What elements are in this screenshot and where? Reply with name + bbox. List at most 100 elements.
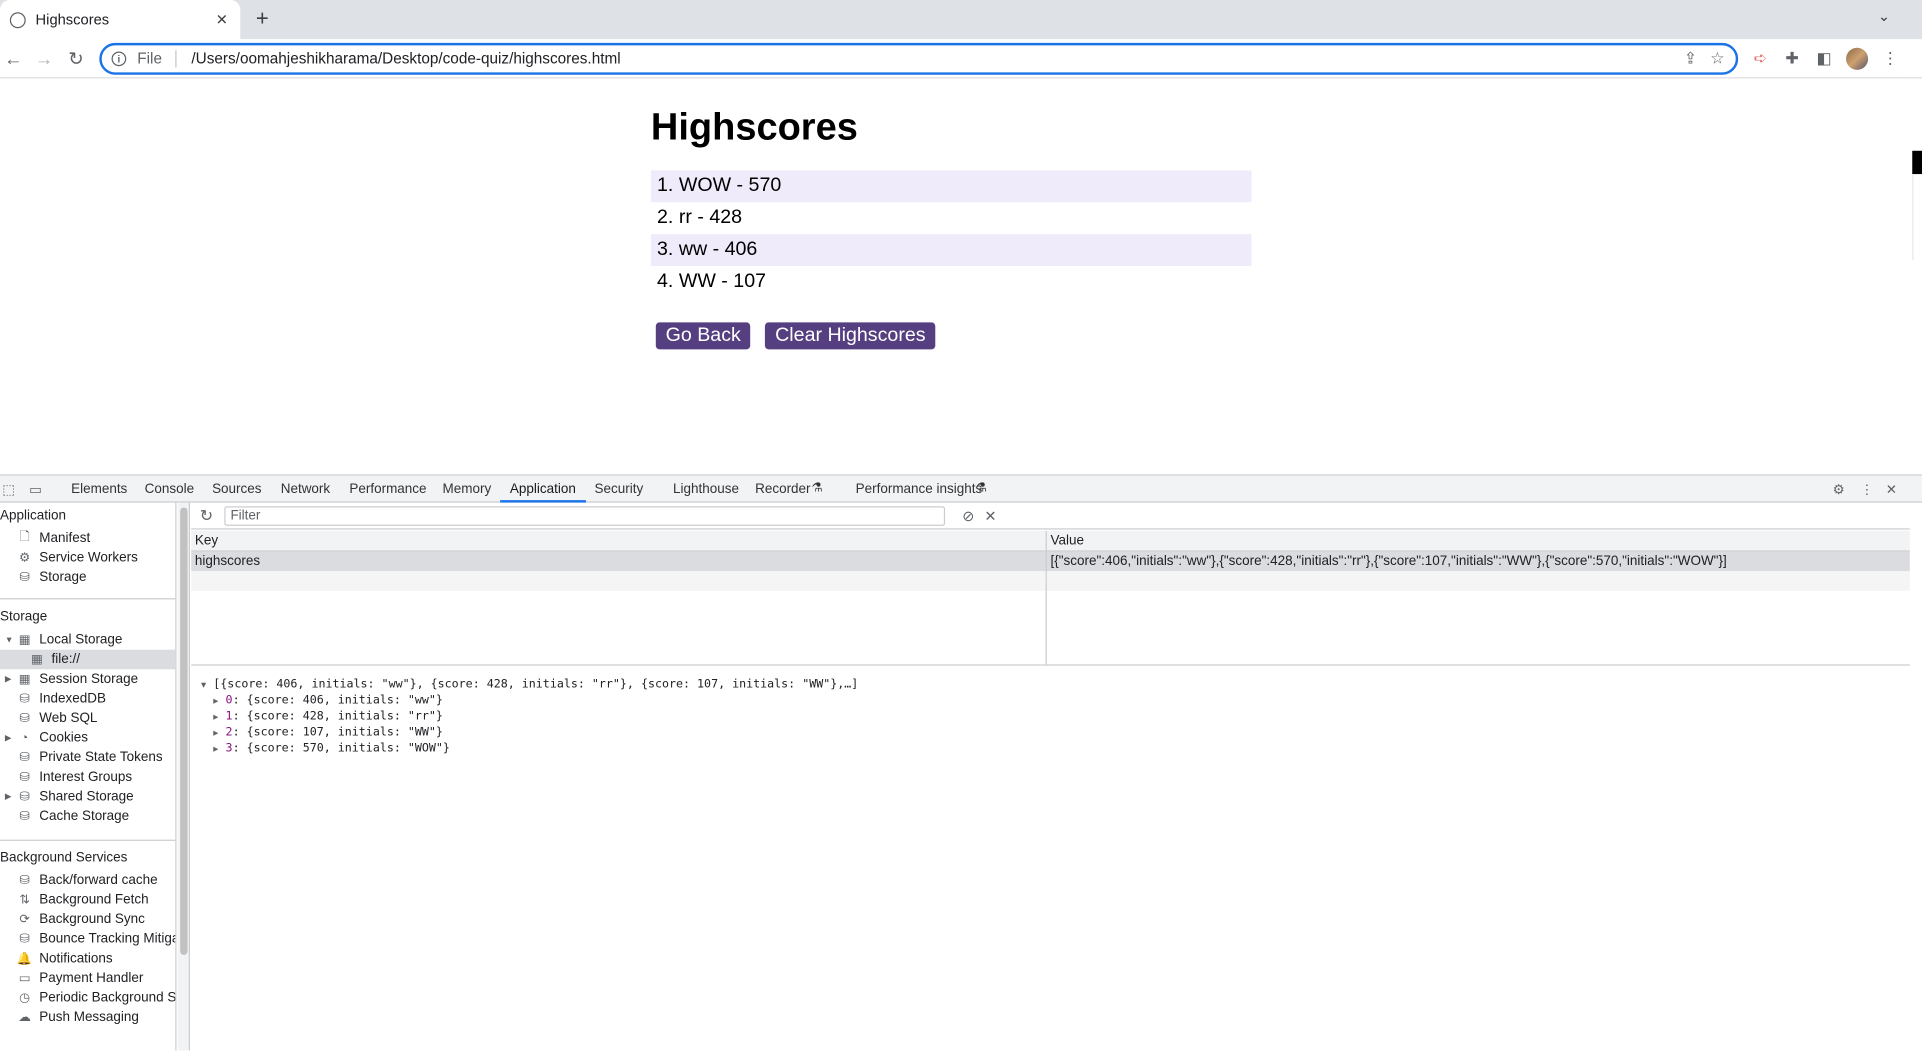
sidebar-item-session-storage[interactable]: ▶ ▦ Session Storage (5, 669, 138, 689)
database-icon: ⛁ (19, 770, 30, 784)
kebab-menu-icon[interactable]: ⋮ (1878, 47, 1903, 72)
device-toolbar-icon[interactable]: ▭ (27, 481, 44, 498)
sidebar-item-push-messaging[interactable]: ☁ Push Messaging (17, 1008, 139, 1028)
database-icon: ⛁ (19, 932, 30, 946)
tab-console[interactable]: Console (145, 476, 194, 503)
tab-close-icon[interactable]: ✕ (213, 11, 230, 28)
sidebar-item-cookies[interactable]: ▶ ◔ Cookies (5, 728, 88, 748)
database-icon: ⛁ (19, 809, 30, 824)
tab-memory[interactable]: Memory (443, 476, 492, 503)
sidebar-item-file-origin[interactable]: ▦ file:// (0, 649, 176, 670)
preview-item[interactable]: ▶ 2: {score: 107, initials: "WW"} (201, 724, 858, 740)
sidebar-item-local-storage[interactable]: ▼ ▦ Local Storage (5, 630, 123, 650)
url-scheme: File (137, 50, 162, 68)
sidebar-item-notifications[interactable]: 🔔 Notifications (17, 949, 113, 969)
value-column-header[interactable]: Value (1051, 531, 1084, 552)
sidebar-item-periodic-background-sync[interactable]: ◷ Periodic Background Syn (17, 988, 175, 1008)
close-devtools-icon[interactable]: ✕ (1883, 481, 1900, 498)
sidebar-item-bounce-tracking[interactable]: ⛁Bounce Tracking Mitigatic (17, 929, 175, 949)
sidebar-item-cache-storage[interactable]: ⛁ Cache Storage (17, 807, 129, 827)
divider (0, 839, 176, 841)
clear-highscores-button[interactable]: Clear Highscores (765, 322, 936, 350)
preview-item[interactable]: ▶ 0: {score: 406, initials: "ww"} (201, 693, 858, 709)
tab-search-icon[interactable]: ⌄ (1878, 7, 1890, 24)
sidebar-header-background-services: Background Services (0, 850, 128, 866)
database-icon: ⛁ (19, 750, 30, 765)
preview-item[interactable]: ▶ 1: {score: 428, initials: "rr"} (201, 709, 858, 725)
preview-summary[interactable]: ▼ [{score: 406, initials: "ww"}, {score: … (201, 677, 858, 693)
sidebar-item-service-workers[interactable]: ⚙ Service Workers (17, 548, 138, 568)
tab-performance[interactable]: Performance (349, 476, 426, 503)
preview-item[interactable]: ▶ 3: {score: 570, initials: "WOW"} (201, 740, 858, 756)
back-icon[interactable]: ← (0, 45, 27, 72)
browser-toolbar: ← → ↻ i File /Users/oomahjeshikharama/De… (0, 39, 1922, 79)
row-value[interactable]: [{"score":406,"initials":"ww"},{"score":… (1051, 552, 1727, 572)
page-scroll-thumb[interactable] (1912, 150, 1922, 175)
expanded-triangle-icon[interactable]: ▼ (5, 636, 14, 645)
puzzle-icon[interactable]: ✚ (1780, 47, 1805, 72)
collapsed-triangle-icon[interactable]: ▶ (5, 733, 12, 743)
clock-icon: ◷ (19, 991, 30, 1005)
sidebar-item-storage[interactable]: ⛁ Storage (17, 568, 86, 588)
table-icon: ▦ (18, 672, 31, 686)
share-icon[interactable]: ⇪ (1677, 49, 1704, 69)
refresh-icon[interactable]: ↻ (200, 506, 217, 526)
collapsed-triangle-icon[interactable]: ▶ (5, 674, 12, 684)
sidebar-scroll-thumb[interactable] (180, 507, 188, 955)
bookmark-star-icon[interactable]: ☆ (1704, 49, 1731, 69)
scores-list: 1. WOW - 570 2. rr - 428 3. ww - 406 4. … (650, 170, 1252, 297)
tab-application[interactable]: Application (500, 476, 586, 503)
sidebar-item-interest-groups[interactable]: ⛁ Interest Groups (17, 767, 132, 787)
filter-input[interactable]: Filter (224, 505, 946, 526)
tab-title: Highscores (35, 11, 110, 29)
sidebar-item-payment-handler[interactable]: ▭ Payment Handler (17, 968, 144, 988)
tab-performance-insights[interactable]: Performance insights (856, 476, 983, 503)
profile-avatar[interactable] (1846, 47, 1869, 70)
flask-icon: ⚗ (975, 481, 987, 496)
globe-icon (9, 11, 26, 28)
info-icon[interactable]: i (111, 51, 127, 67)
sidebar-item-manifest[interactable]: 🗋 Manifest (17, 528, 91, 548)
forward-icon[interactable]: → (31, 45, 58, 72)
go-back-button[interactable]: Go Back (655, 322, 751, 350)
sidebar-header-application: Application (0, 508, 66, 524)
collapsed-triangle-icon[interactable]: ▶ (5, 792, 12, 802)
highscores-container: Highscores 1. WOW - 570 2. rr - 428 3. w… (650, 103, 1252, 350)
sidebar-item-shared-storage[interactable]: ▶ ⛁ Shared Storage (5, 787, 134, 807)
url-text[interactable]: /Users/oomahjeshikharama/Desktop/code-qu… (191, 50, 1676, 67)
settings-gear-icon[interactable]: ⚙ (1830, 481, 1847, 498)
browser-tab[interactable]: Highscores ✕ (0, 0, 241, 40)
devtools-menu-icon[interactable]: ⋮ (1858, 481, 1875, 498)
sidebar-item-web-sql[interactable]: ⛁ Web SQL (17, 709, 97, 729)
sidebar-scrollbar[interactable] (177, 502, 190, 1051)
extension-icon[interactable]: ➪ (1748, 47, 1773, 72)
sidebar-item-indexeddb[interactable]: ⛁ IndexedDB (17, 689, 106, 709)
clear-all-icon[interactable]: ⊘ (962, 507, 974, 524)
new-tab-button[interactable]: + (250, 6, 275, 32)
delete-selected-icon[interactable]: ✕ (984, 507, 996, 524)
sidebar-item-private-state-tokens[interactable]: ⛁ Private State Tokens (17, 748, 162, 768)
table-header: Key Value (191, 530, 1910, 552)
inspect-element-icon[interactable]: ⬚ (0, 481, 17, 498)
table-row[interactable]: highscores [{"score":406,"initials":"ww"… (191, 551, 1910, 572)
row-key[interactable]: highscores (195, 552, 260, 572)
database-icon: ⛁ (19, 790, 30, 804)
database-icon: ⛁ (19, 691, 30, 706)
tab-elements[interactable]: Elements (71, 476, 127, 503)
key-column-header[interactable]: Key (195, 531, 218, 552)
address-bar[interactable]: i File /Users/oomahjeshikharama/Desktop/… (99, 42, 1739, 75)
sidebar-item-background-fetch[interactable]: ⇅ Background Fetch (17, 890, 149, 910)
tab-lighthouse[interactable]: Lighthouse (673, 476, 739, 503)
sidebar-header-storage: Storage (0, 609, 48, 624)
tab-sources[interactable]: Sources (212, 476, 261, 503)
tab-recorder[interactable]: Recorder (755, 476, 810, 503)
tab-security[interactable]: Security (595, 476, 644, 503)
tab-network[interactable]: Network (281, 476, 330, 503)
page-title: Highscores (650, 105, 858, 149)
local-storage-view: ↻ Filter ⊘ ✕ Key Value highscores [{"sco… (191, 503, 1910, 1051)
sidebar-item-background-sync[interactable]: ⟳ Background Sync (17, 910, 145, 930)
reload-icon[interactable]: ↻ (63, 45, 90, 72)
tab-strip: Highscores ✕ + ⌄ (0, 0, 1922, 40)
side-panel-icon[interactable]: ◧ (1812, 47, 1837, 72)
sidebar-item-back-forward-cache[interactable]: ⛁ Back/forward cache (17, 870, 157, 890)
